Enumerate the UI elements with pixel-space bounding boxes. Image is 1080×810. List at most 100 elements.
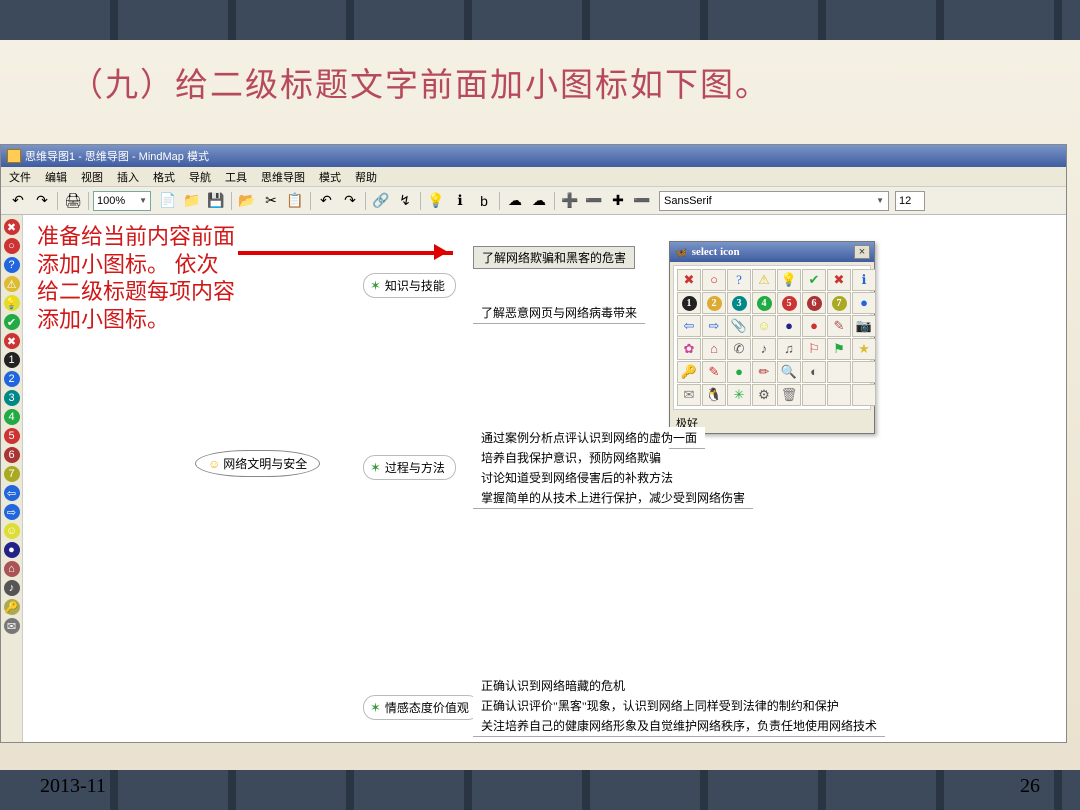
icon-choice-8[interactable]: 1	[677, 292, 701, 314]
menu-帮助[interactable]: 帮助	[355, 169, 377, 185]
branch-node[interactable]: 知识与技能	[363, 273, 456, 298]
toolbar-button-1[interactable]: ↷	[31, 190, 53, 212]
mindmap-canvas[interactable]: 准备给当前内容前面添加小图标。 依次给二级标题每项内容添加小图标。 网络文明与安…	[23, 215, 1066, 742]
sidebar-icon-18[interactable]: ⌂	[4, 561, 20, 577]
menu-模式[interactable]: 模式	[319, 169, 341, 185]
icon-choice-4[interactable]: 💡	[777, 269, 801, 291]
leaf-node[interactable]: 通过案例分析点评认识到网络的虚伪一面	[473, 427, 705, 449]
menu-插入[interactable]: 插入	[117, 169, 139, 185]
sidebar-icon-6[interactable]: ✖	[4, 333, 20, 349]
leaf-node[interactable]: 了解恶意网页与网络病毒带来	[473, 302, 645, 324]
sidebar-icon-13[interactable]: 7	[4, 466, 20, 482]
icon-choice-17[interactable]: ⇨	[702, 315, 726, 337]
toolbar-button-27[interactable]: ➖	[583, 190, 605, 212]
font-size-combo[interactable]: 12	[895, 191, 925, 211]
icon-choice-26[interactable]: ✆	[727, 338, 751, 360]
icon-choice-12[interactable]: 5	[777, 292, 801, 314]
icon-choice-29[interactable]: ⚐	[802, 338, 826, 360]
branch-node[interactable]: 过程与方法	[363, 455, 456, 480]
select-icon-dialog[interactable]: 🦋 select icon × ✖○?⚠💡✔✖ℹ1234567●⇦⇨📎☺●●✎📷…	[669, 241, 875, 434]
toolbar-button-19[interactable]: 💡	[425, 190, 447, 212]
icon-choice-42[interactable]: ✳	[727, 384, 751, 406]
toolbar-button-29[interactable]: ➖	[631, 190, 653, 212]
sidebar-icon-16[interactable]: ☺	[4, 523, 20, 539]
icon-choice-33[interactable]: ✎	[702, 361, 726, 383]
toolbar-button-17[interactable]: ↯	[394, 190, 416, 212]
icon-choice-28[interactable]: ♫	[777, 338, 801, 360]
icon-choice-40[interactable]: ✉	[677, 384, 701, 406]
sidebar-icon-10[interactable]: 4	[4, 409, 20, 425]
sidebar-icon-3[interactable]: ⚠	[4, 276, 20, 292]
icon-choice-27[interactable]: ♪	[752, 338, 776, 360]
icon-choice-7[interactable]: ℹ	[852, 269, 876, 291]
toolbar-button-23[interactable]: ☁	[504, 190, 526, 212]
sidebar-icon-7[interactable]: 1	[4, 352, 20, 368]
icon-choice-5[interactable]: ✔	[802, 269, 826, 291]
icon-choice-13[interactable]: 6	[802, 292, 826, 314]
icon-choice-43[interactable]: ⚙	[752, 384, 776, 406]
sidebar-icon-14[interactable]: ⇦	[4, 485, 20, 501]
dialog-close-button[interactable]: ×	[854, 245, 870, 259]
icon-choice-1[interactable]: ○	[702, 269, 726, 291]
icon-choice-20[interactable]: ●	[777, 315, 801, 337]
icon-choice-21[interactable]: ●	[802, 315, 826, 337]
sidebar-icon-4[interactable]: 💡	[4, 295, 20, 311]
icon-choice-15[interactable]: ●	[852, 292, 876, 314]
icon-choice-22[interactable]: ✎	[827, 315, 851, 337]
icon-choice-36[interactable]: 🔍	[777, 361, 801, 383]
toolbar-button-0[interactable]: ↶	[7, 190, 29, 212]
branch-node[interactable]: 情感态度价值观	[363, 695, 480, 720]
icon-choice-10[interactable]: 3	[727, 292, 751, 314]
sidebar-icon-20[interactable]: 🔑	[4, 599, 20, 615]
leaf-node[interactable]: 讨论知道受到网络侵害后的补救方法	[473, 467, 681, 489]
menu-工具[interactable]: 工具	[225, 169, 247, 185]
icon-choice-37[interactable]: ◐	[802, 361, 826, 383]
sidebar-icon-2[interactable]: ?	[4, 257, 20, 273]
sidebar-icon-9[interactable]: 3	[4, 390, 20, 406]
toolbar-button-26[interactable]: ➕	[559, 190, 581, 212]
icon-choice-30[interactable]: ⚑	[827, 338, 851, 360]
icon-choice-25[interactable]: ⌂	[702, 338, 726, 360]
menu-视图[interactable]: 视图	[81, 169, 103, 185]
sidebar-icon-15[interactable]: ⇨	[4, 504, 20, 520]
toolbar-button-21[interactable]: b	[473, 190, 495, 212]
icon-choice-11[interactable]: 4	[752, 292, 776, 314]
menu-格式[interactable]: 格式	[153, 169, 175, 185]
leaf-node[interactable]: 培养自我保护意识，预防网络欺骗	[473, 447, 669, 469]
menu-导航[interactable]: 导航	[189, 169, 211, 185]
menu-思维导图[interactable]: 思维导图	[261, 169, 305, 185]
leaf-node[interactable]: 正确认识评价"黑客"现象，认识到网络上同样受到法律的制约和保护	[473, 695, 847, 717]
window-titlebar[interactable]: 思维导图1 - 思维导图 - MindMap 模式	[1, 145, 1066, 167]
icon-choice-41[interactable]: 🐧	[702, 384, 726, 406]
icon-choice-19[interactable]: ☺	[752, 315, 776, 337]
sidebar-icon-1[interactable]: ○	[4, 238, 20, 254]
icon-choice-35[interactable]: ✏	[752, 361, 776, 383]
icon-choice-14[interactable]: 7	[827, 292, 851, 314]
zoom-combo[interactable]: 100%▼	[93, 191, 151, 211]
icon-choice-31[interactable]: ★	[852, 338, 876, 360]
sidebar-icon-19[interactable]: ♪	[4, 580, 20, 596]
menu-文件[interactable]: 文件	[9, 169, 31, 185]
icon-choice-23[interactable]: 📷	[852, 315, 876, 337]
toolbar-button-11[interactable]: 📋	[284, 190, 306, 212]
icon-choice-3[interactable]: ⚠	[752, 269, 776, 291]
icon-choice-32[interactable]: 🔑	[677, 361, 701, 383]
toolbar-button-16[interactable]: 🔗	[370, 190, 392, 212]
font-combo[interactable]: SansSerif▼	[659, 191, 889, 211]
toolbar-button-24[interactable]: ☁	[528, 190, 550, 212]
sidebar-icon-8[interactable]: 2	[4, 371, 20, 387]
sidebar-icon-12[interactable]: 6	[4, 447, 20, 463]
sidebar-icon-0[interactable]: ✖	[4, 219, 20, 235]
menu-编辑[interactable]: 编辑	[45, 169, 67, 185]
icon-choice-24[interactable]: ✿	[677, 338, 701, 360]
sidebar-icon-5[interactable]: ✔	[4, 314, 20, 330]
sidebar-icon-17[interactable]: ●	[4, 542, 20, 558]
toolbar-button-10[interactable]: ✂	[260, 190, 282, 212]
toolbar-button-14[interactable]: ↷	[339, 190, 361, 212]
toolbar-button-7[interactable]: 💾	[205, 190, 227, 212]
icon-choice-16[interactable]: ⇦	[677, 315, 701, 337]
icon-choice-18[interactable]: 📎	[727, 315, 751, 337]
toolbar-button-28[interactable]: ✚	[607, 190, 629, 212]
sidebar-icon-21[interactable]: ✉	[4, 618, 20, 634]
leaf-node[interactable]: 关注培养自己的健康网络形象及自觉维护网络秩序，负责任地使用网络技术	[473, 715, 885, 737]
